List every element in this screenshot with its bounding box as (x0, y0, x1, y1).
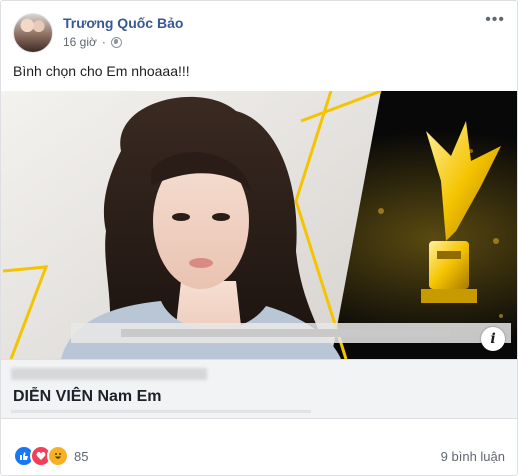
author-name[interactable]: Trương Quốc Bảo (63, 15, 183, 31)
reactions-summary[interactable]: 85 (13, 445, 88, 467)
globe-icon[interactable] (110, 36, 122, 48)
reaction-count[interactable]: 85 (74, 449, 88, 464)
link-preview-image[interactable]: i (1, 91, 517, 359)
post-header: Trương Quốc Bảo 16 giờ · ••• (13, 12, 505, 53)
info-button[interactable]: i (481, 327, 505, 351)
haha-icon (47, 445, 69, 467)
more-options-button[interactable]: ••• (485, 12, 505, 28)
link-description-redacted (11, 410, 311, 413)
award-banner-artwork (1, 91, 517, 359)
post-timestamp[interactable]: 16 giờ (63, 35, 97, 49)
post-message: Bình chọn cho Em nhoaaa!!! (13, 63, 190, 79)
link-title[interactable]: DIỄN VIÊN Nam Em (13, 388, 161, 406)
link-domain-redacted (11, 368, 207, 380)
author-avatar[interactable] (13, 13, 53, 53)
comments-count[interactable]: 9 bình luận (441, 449, 505, 464)
link-preview-footer[interactable]: DIỄN VIÊN Nam Em (1, 359, 517, 419)
privacy-separator: · (101, 35, 106, 49)
post-meta: 16 giờ · (63, 35, 122, 49)
facebook-post: Trương Quốc Bảo 16 giờ · ••• Bình chọn c… (0, 0, 518, 476)
